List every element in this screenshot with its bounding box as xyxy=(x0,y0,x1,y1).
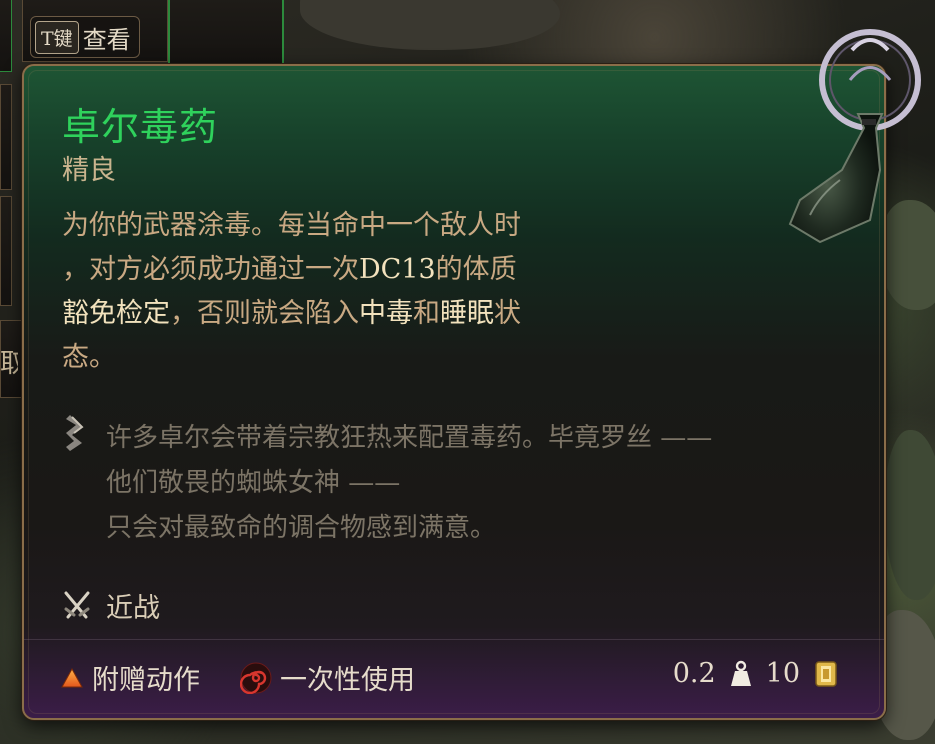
usage-type: 一次性使用 xyxy=(240,658,415,697)
red-spiral-icon xyxy=(240,662,272,694)
inventory-slot-selected[interactable] xyxy=(168,0,284,70)
item-rarity: 精良 xyxy=(62,155,116,186)
background-rock xyxy=(885,430,935,600)
item-name: 卓尔毒药 xyxy=(62,105,219,149)
item-description: 为你的武器涂毒。每当命中一个敌人时 ，对方必须成功通过一次DC13的体质 豁免检… xyxy=(62,204,622,380)
item-lore: 许多卓尔会带着宗教狂热来配置毒药。毕竟罗丝 —— 他们敬畏的蜘蛛女神 —— 只会… xyxy=(106,416,866,551)
gold-coin-icon xyxy=(815,660,837,687)
usage-type-label: 一次性使用 xyxy=(280,665,415,696)
lore-line: 他们敬畏的蜘蛛女神 —— xyxy=(106,468,401,498)
orange-triangle-icon xyxy=(61,667,83,687)
poisoned-keyword[interactable]: 中毒 xyxy=(359,298,413,329)
inventory-slot[interactable] xyxy=(0,0,12,72)
description-line: 为你的武器涂毒。每当命中一个敌人时 xyxy=(62,210,521,241)
background-partial-label: 取 xyxy=(0,349,18,379)
asleep-keyword[interactable]: 睡眠 xyxy=(440,298,494,329)
saving-throw-keyword[interactable]: 豁免检定 xyxy=(62,298,170,329)
description-line: 豁免检定，否则就会陷入中毒和睡眠状 xyxy=(62,292,622,336)
lore-line: 许多卓尔会带着宗教狂热来配置毒药。毕竟罗丝 —— xyxy=(106,423,713,453)
weight-icon xyxy=(730,660,751,686)
examine-key-hint[interactable]: T键 查看 xyxy=(30,16,140,58)
description-text: 和 xyxy=(413,298,440,329)
item-tooltip: 卓尔毒药 精良 为你的武器涂毒。每当命中一个敌人时 ，对方必须成功通过一次DC1… xyxy=(22,64,886,720)
description-text: 状 xyxy=(494,298,521,329)
description-line: ，对方必须成功通过一次DC13的体质 xyxy=(62,248,622,292)
item-value: 10 xyxy=(765,658,800,689)
poison-potion-bottle-icon xyxy=(788,29,921,244)
keybind-cap: T键 xyxy=(35,20,79,54)
description-line: 态。 xyxy=(62,342,116,373)
inventory-slot[interactable] xyxy=(0,196,12,306)
background-rock xyxy=(300,0,560,50)
action-type: 附赠动作 xyxy=(60,658,200,697)
description-text: ，否则就会陷入 xyxy=(170,298,359,329)
item-weight: 0.2 xyxy=(672,658,716,689)
weapon-type-row: 近战 xyxy=(62,586,160,625)
weapon-type-label: 近战 xyxy=(106,593,160,624)
description-text: ，对方必须成功通过一次 xyxy=(62,254,359,285)
action-type-label: 附赠动作 xyxy=(92,665,200,696)
book-quote-icon xyxy=(66,415,84,451)
description-text: 的体质 xyxy=(435,254,517,285)
keybind-label: 查看 xyxy=(82,25,131,54)
dc-value: DC13 xyxy=(359,254,436,285)
crossed-swords-icon xyxy=(64,591,90,618)
lore-line: 只会对最致命的调合物感到满意。 xyxy=(106,513,497,543)
inventory-slot[interactable] xyxy=(0,84,12,190)
tooltip-footer: 附赠动作 一次性使用 0.2 10 xyxy=(24,639,884,718)
